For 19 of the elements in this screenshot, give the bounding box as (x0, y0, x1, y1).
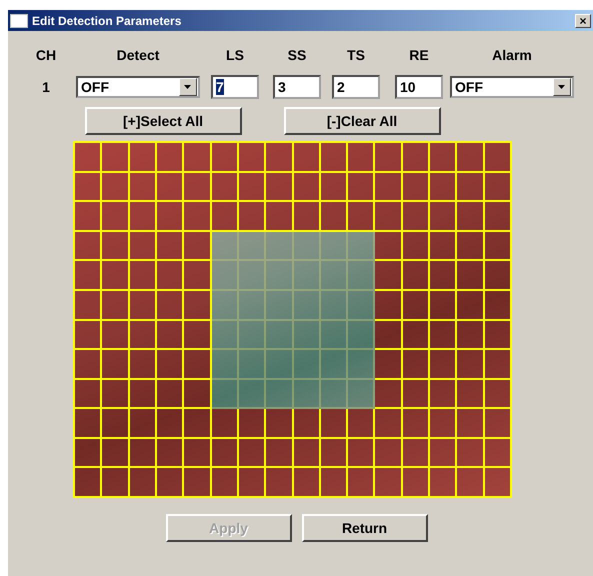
channel-number: 1 (41, 79, 51, 95)
column-header: SS (286, 47, 308, 63)
re-input-field[interactable]: 10 (395, 75, 443, 99)
column-header: Alarm (491, 47, 533, 63)
ls-input-field[interactable]: 7 (211, 75, 259, 99)
alarm-dropdown[interactable]: OFF (450, 76, 574, 98)
detect-dropdown[interactable]: OFF (76, 76, 200, 98)
ts-input-field[interactable]: 2 (332, 75, 380, 99)
column-header: LS (225, 47, 245, 63)
column-header: TS (346, 47, 366, 63)
column-header: CH (34, 47, 58, 63)
close-button[interactable]: × (575, 14, 591, 28)
column-header: Detect (116, 47, 160, 63)
return-button[interactable]: Return (302, 514, 428, 542)
ss-input-field[interactable]: 3 (273, 75, 321, 99)
column-header: RE (408, 47, 430, 63)
window-title: Edit Detection Parameters (32, 14, 182, 28)
select-all-button[interactable]: [+]Select All (84, 107, 242, 135)
clear-all-button[interactable]: [-]Clear All (284, 107, 440, 135)
